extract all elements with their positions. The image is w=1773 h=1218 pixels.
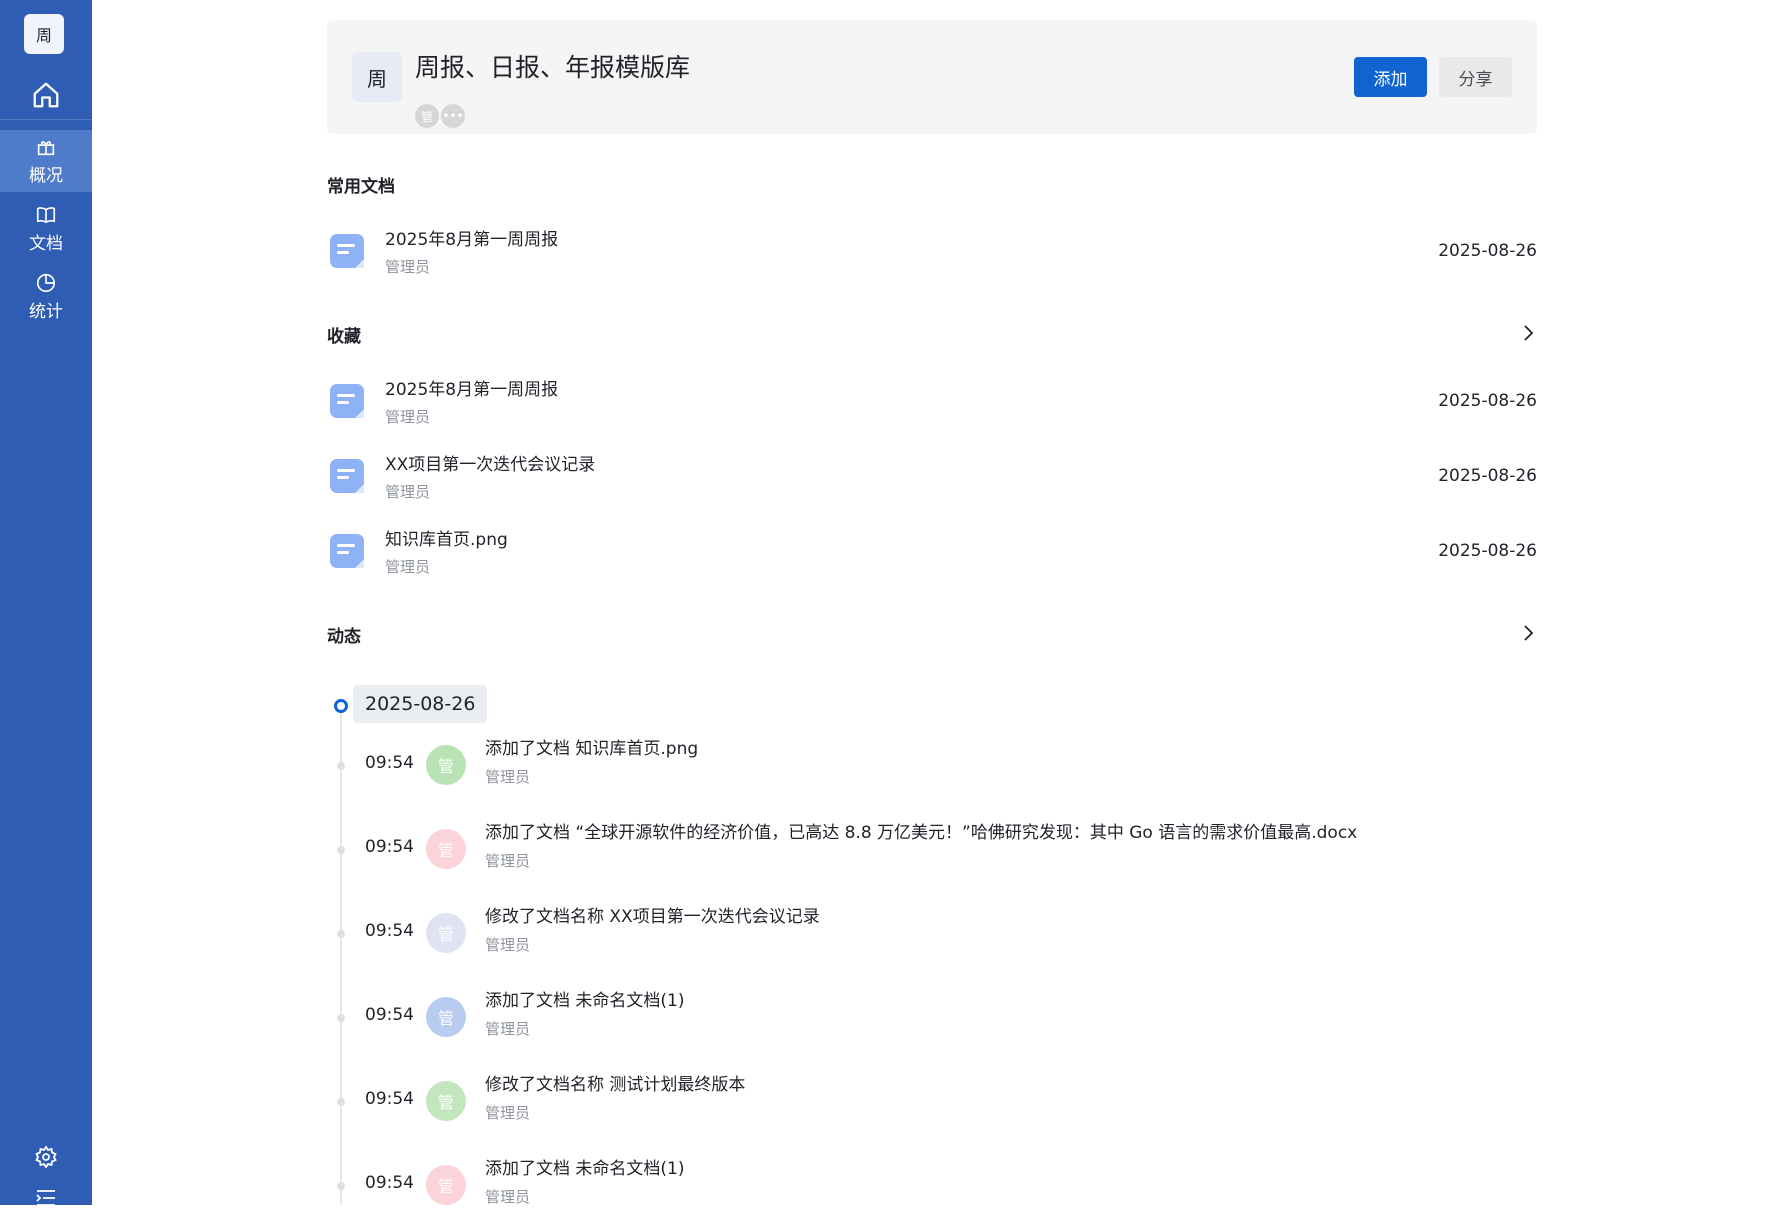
sidebar-item-label: 文档: [29, 234, 63, 254]
doc-owner: 管理员: [385, 258, 431, 276]
timeline-dot: [337, 1182, 345, 1190]
home-icon: [33, 82, 59, 107]
doc-name[interactable]: 2025年8月第一周周报: [385, 225, 558, 250]
activity-time: 09:54: [365, 921, 414, 941]
timeline-item[interactable]: 09:54 管添加了文档 未命名文档(1) 管理员: [327, 980, 1627, 1050]
timeline-head-dot: [334, 699, 348, 713]
activity-user: 管理员: [485, 936, 531, 954]
sidebar-item-overview[interactable]: 概况: [0, 130, 92, 192]
avatar: 管: [426, 1165, 466, 1205]
doc-date: 2025-08-26: [1438, 466, 1537, 486]
doc-name[interactable]: 知识库首页.png: [385, 525, 508, 550]
timeline-item[interactable]: 09:54 管添加了文档 知识库首页.png 管理员: [327, 728, 1627, 798]
more-icon[interactable]: •••: [441, 104, 465, 128]
timeline-dot: [337, 762, 345, 770]
gear-icon[interactable]: [34, 1145, 58, 1169]
timeline-date: 2025-08-26: [353, 685, 488, 723]
doc-name[interactable]: XX项目第一次迭代会议记录: [385, 450, 595, 475]
activity-user: 管理员: [485, 1188, 531, 1206]
timeline-dot: [337, 1014, 345, 1022]
activity-text[interactable]: 添加了文档 “全球开源软件的经济价值，已高达 8.8 万亿美元！”哈佛研究发现：…: [485, 818, 1357, 843]
document-icon: [330, 384, 364, 418]
doc-owner: 管理员: [385, 483, 431, 501]
activity-time: 09:54: [365, 1089, 414, 1109]
activity-text[interactable]: 修改了文档名称 测试计划最终版本: [485, 1070, 745, 1095]
activity-time: 09:54: [365, 753, 414, 773]
sidebar: 周 概况 文档 统计: [0, 0, 92, 1208]
activity-text[interactable]: 修改了文档名称 XX项目第一次迭代会议记录: [485, 902, 820, 927]
page-title: 周报、日报、年报模版库: [415, 53, 691, 82]
activity-user: 管理员: [485, 1104, 531, 1122]
timeline-item[interactable]: 09:54 管修改了文档名称 测试计划最终版本管理员: [327, 1064, 1627, 1134]
chevron-right-icon[interactable]: [1518, 623, 1538, 643]
kb-avatar: 周: [352, 52, 402, 102]
kb-logo[interactable]: 周: [24, 14, 64, 54]
section-title-frequent: 常用文档: [327, 177, 395, 197]
gift-icon: [37, 141, 55, 156]
avatar: 管: [426, 745, 466, 785]
avatar: 管: [426, 1081, 466, 1121]
activity-time: 09:54: [365, 1173, 414, 1193]
activity-text[interactable]: 添加了文档 未命名文档(1): [485, 986, 684, 1011]
section-title-favorites: 收藏: [327, 327, 361, 347]
list-item[interactable]: 知识库首页.png 管理员 2025-08-26: [327, 525, 1537, 585]
list-item[interactable]: 2025年8月第一周周报 管理员 2025-08-26: [327, 375, 1537, 435]
timeline-item[interactable]: 09:54 管添加了文档 未命名文档(1) 管理员: [327, 1148, 1627, 1218]
sidebar-item-label: 概况: [29, 166, 63, 186]
list-item[interactable]: 2025年8月第一周周报 管理员 2025-08-26: [327, 225, 1537, 285]
document-icon: [330, 534, 364, 568]
doc-owner: 管理员: [385, 408, 431, 426]
kb-header-card: 周 周报、日报、年报模版库 管 ••• 添加 分享: [327, 20, 1537, 134]
pie-chart-icon: [36, 273, 56, 293]
member-avatars[interactable]: 管 •••: [415, 104, 465, 128]
avatar: 管: [426, 913, 466, 953]
timeline-dot: [337, 1098, 345, 1106]
activity-time: 09:54: [365, 1005, 414, 1025]
share-button[interactable]: 分享: [1439, 57, 1512, 97]
book-icon: [36, 207, 56, 224]
collapse-menu-icon[interactable]: [34, 1188, 58, 1208]
document-icon: [330, 459, 364, 493]
doc-date: 2025-08-26: [1438, 541, 1537, 561]
home-button[interactable]: [0, 70, 92, 120]
activity-user: 管理员: [485, 1020, 531, 1038]
timeline-dot: [337, 930, 345, 938]
activity-text[interactable]: 添加了文档 知识库首页.png: [485, 734, 698, 759]
timeline-item[interactable]: 09:54 管修改了文档名称 XX项目第一次迭代会议记录管理员: [327, 896, 1627, 966]
doc-owner: 管理员: [385, 558, 431, 576]
timeline-dot: [337, 846, 345, 854]
activity-user: 管理员: [485, 852, 531, 870]
doc-date: 2025-08-26: [1438, 241, 1537, 261]
avatar: 管: [426, 829, 466, 869]
sidebar-item-label: 统计: [29, 302, 63, 322]
document-icon: [330, 234, 364, 268]
activity-text[interactable]: 添加了文档 未命名文档(1): [485, 1154, 684, 1179]
list-item[interactable]: XX项目第一次迭代会议记录 管理员 2025-08-26: [327, 450, 1537, 510]
add-button[interactable]: 添加: [1354, 57, 1427, 97]
doc-name[interactable]: 2025年8月第一周周报: [385, 375, 558, 400]
sidebar-item-stats[interactable]: 统计: [0, 266, 92, 328]
avatar: 管: [415, 104, 439, 128]
timeline-item[interactable]: 09:54 管添加了文档 “全球开源软件的经济价值，已高达 8.8 万亿美元！”哈…: [327, 812, 1627, 882]
chevron-right-icon[interactable]: [1518, 323, 1538, 343]
avatar: 管: [426, 997, 466, 1037]
sidebar-item-docs[interactable]: 文档: [0, 198, 92, 260]
activity-time: 09:54: [365, 837, 414, 857]
doc-date: 2025-08-26: [1438, 391, 1537, 411]
section-title-activity: 动态: [327, 627, 361, 647]
activity-user: 管理员: [485, 768, 531, 786]
